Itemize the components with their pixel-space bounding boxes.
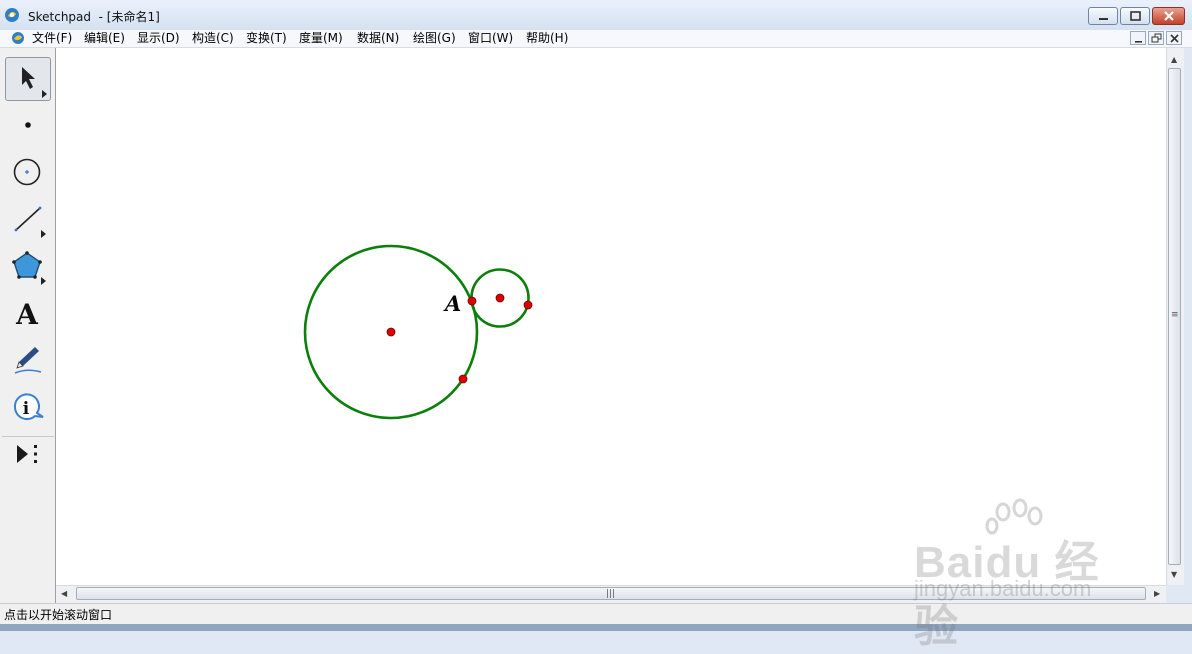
menu-window[interactable]: 窗口(W) — [468, 31, 513, 45]
title-bar — [0, 0, 1192, 30]
menu-edit[interactable]: 编辑(E) — [84, 31, 125, 45]
point-icon — [25, 122, 31, 128]
circle-compass-icon — [13, 158, 41, 186]
sketchpad-app-icon — [5, 8, 19, 22]
compass-tool[interactable] — [5, 150, 51, 194]
menu-file[interactable]: 文件(F) — [32, 31, 72, 45]
selection-arrow-tool[interactable] — [5, 57, 51, 101]
scroll-down-arrow-icon[interactable]: ▼ — [1171, 570, 1177, 580]
status-bar — [0, 603, 1192, 625]
menu-display[interactable]: 显示(D) — [137, 31, 180, 45]
marker-tool[interactable] — [5, 338, 51, 382]
custom-tools[interactable] — [5, 432, 51, 476]
straightedge-tool[interactable] — [5, 197, 51, 241]
menu-graph[interactable]: 绘图(G) — [413, 31, 456, 45]
menu-measure[interactable]: 度量(M) — [299, 31, 343, 45]
small-circle-center-point[interactable] — [495, 293, 505, 303]
pen-marker-icon — [14, 347, 42, 374]
geometry-drawing — [303, 244, 533, 420]
point-tool[interactable] — [5, 103, 51, 147]
small-circle-radius-point[interactable] — [523, 300, 533, 310]
window-title: Sketchpad - [未命名1] — [28, 10, 160, 24]
text-tool-glyph: A — [15, 298, 39, 331]
toolbox-separator — [2, 436, 54, 437]
text-tool[interactable]: A — [5, 291, 51, 335]
menu-construct[interactable]: 构造(C) — [192, 31, 234, 45]
doc-minimize-button[interactable] — [1130, 31, 1146, 45]
menu-number[interactable]: 数据(N) — [357, 31, 399, 45]
scroll-right-arrow-icon[interactable]: ▶ — [1154, 589, 1160, 599]
letter-a-icon: A — [15, 298, 39, 331]
menu-help[interactable]: 帮助(H) — [526, 31, 568, 45]
taskbar-strip — [0, 624, 1192, 631]
large-circle-radius-point[interactable] — [458, 374, 468, 384]
horizontal-thumb-grip-icon: ||| — [606, 589, 616, 599]
vertical-thumb-grip-icon: ≡ — [1171, 310, 1179, 320]
polygon-tool[interactable] — [5, 244, 51, 288]
doc-restore-button[interactable] — [1148, 31, 1164, 45]
document-icon[interactable] — [11, 31, 25, 45]
doc-close-button[interactable] — [1166, 31, 1182, 45]
pentagon-icon — [12, 251, 46, 285]
arrow-pointer-icon — [22, 67, 47, 98]
close-button[interactable] — [1152, 7, 1185, 25]
scroll-left-arrow-icon[interactable]: ◀ — [61, 589, 67, 599]
scroll-up-arrow-icon[interactable]: ▲ — [1171, 55, 1177, 65]
sketch-canvas[interactable]: A — [56, 48, 1166, 585]
status-text: 点击以开始滚动窗口 — [4, 608, 113, 622]
point-a-label[interactable]: A — [445, 292, 461, 316]
custom-tools-icon — [17, 445, 37, 463]
minimize-button[interactable] — [1088, 7, 1118, 25]
line-segment-icon — [14, 206, 46, 238]
info-tool-glyph: i — [23, 399, 30, 419]
large-circle-center-point[interactable] — [386, 327, 396, 337]
menu-transform[interactable]: 变换(T) — [246, 31, 287, 45]
information-tool[interactable]: i — [5, 385, 51, 429]
point-a[interactable] — [467, 296, 477, 306]
info-icon: i — [13, 393, 44, 421]
maximize-button[interactable] — [1120, 7, 1150, 25]
